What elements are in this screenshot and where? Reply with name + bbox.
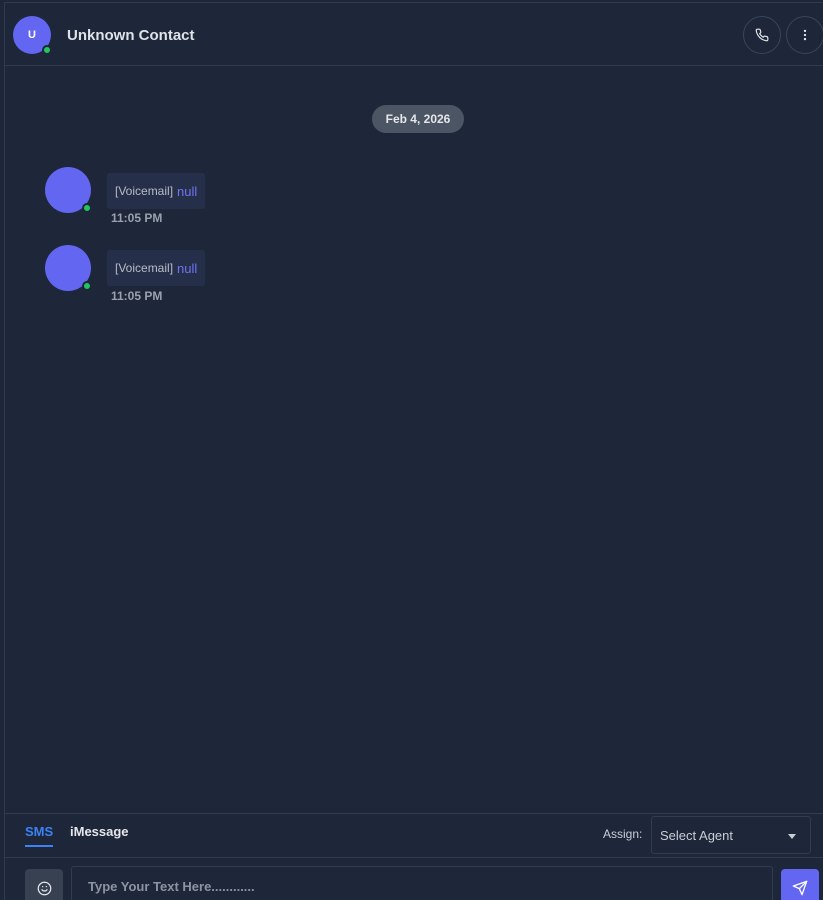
message-input[interactable] — [71, 866, 773, 900]
message-time: 11:05 PM — [111, 289, 163, 303]
phone-icon — [755, 28, 769, 42]
chevron-down-icon — [788, 834, 796, 839]
message-type-tag: [Voicemail] — [115, 261, 174, 275]
contact-name: Unknown Contact — [67, 27, 195, 44]
agent-select[interactable]: Select Agent — [651, 816, 811, 854]
online-status-dot — [42, 45, 52, 55]
avatar-initial: U — [28, 29, 36, 41]
online-status-dot — [82, 281, 92, 291]
assign-label: Assign: — [603, 827, 643, 841]
emoji-icon — [37, 881, 51, 895]
more-vertical-icon — [803, 29, 807, 41]
tab-imessage[interactable]: iMessage — [70, 824, 129, 839]
call-button[interactable] — [743, 16, 781, 54]
agent-select-value: Select Agent — [660, 827, 733, 843]
message-bubble: [Voicemail] null — [107, 173, 206, 209]
chat-header: U Unknown Contact — [5, 3, 823, 66]
more-options-button[interactable] — [786, 16, 823, 54]
message-body: null — [177, 260, 198, 276]
send-button[interactable] — [781, 869, 819, 900]
message-type-tag: [Voicemail] — [115, 184, 174, 198]
online-status-dot — [82, 203, 92, 213]
contact-avatar[interactable]: U — [13, 16, 52, 55]
message-body: null — [177, 183, 198, 199]
message-avatar — [45, 167, 92, 213]
date-separator: Feb 4, 2026 — [372, 105, 464, 133]
tab-sms[interactable]: SMS — [25, 824, 54, 847]
message-time: 11:05 PM — [111, 211, 163, 225]
emoji-button[interactable] — [25, 869, 63, 900]
message-avatar — [45, 245, 92, 291]
composer: SMS iMessage Assign: Select Agent — [5, 813, 823, 900]
chat-window: U Unknown Contact Feb 4, 2026 [Voicemail… — [4, 2, 823, 900]
send-icon — [792, 880, 808, 896]
message-bubble: [Voicemail] null — [107, 250, 206, 286]
channel-tabs: SMS iMessage Assign: Select Agent — [5, 814, 823, 858]
